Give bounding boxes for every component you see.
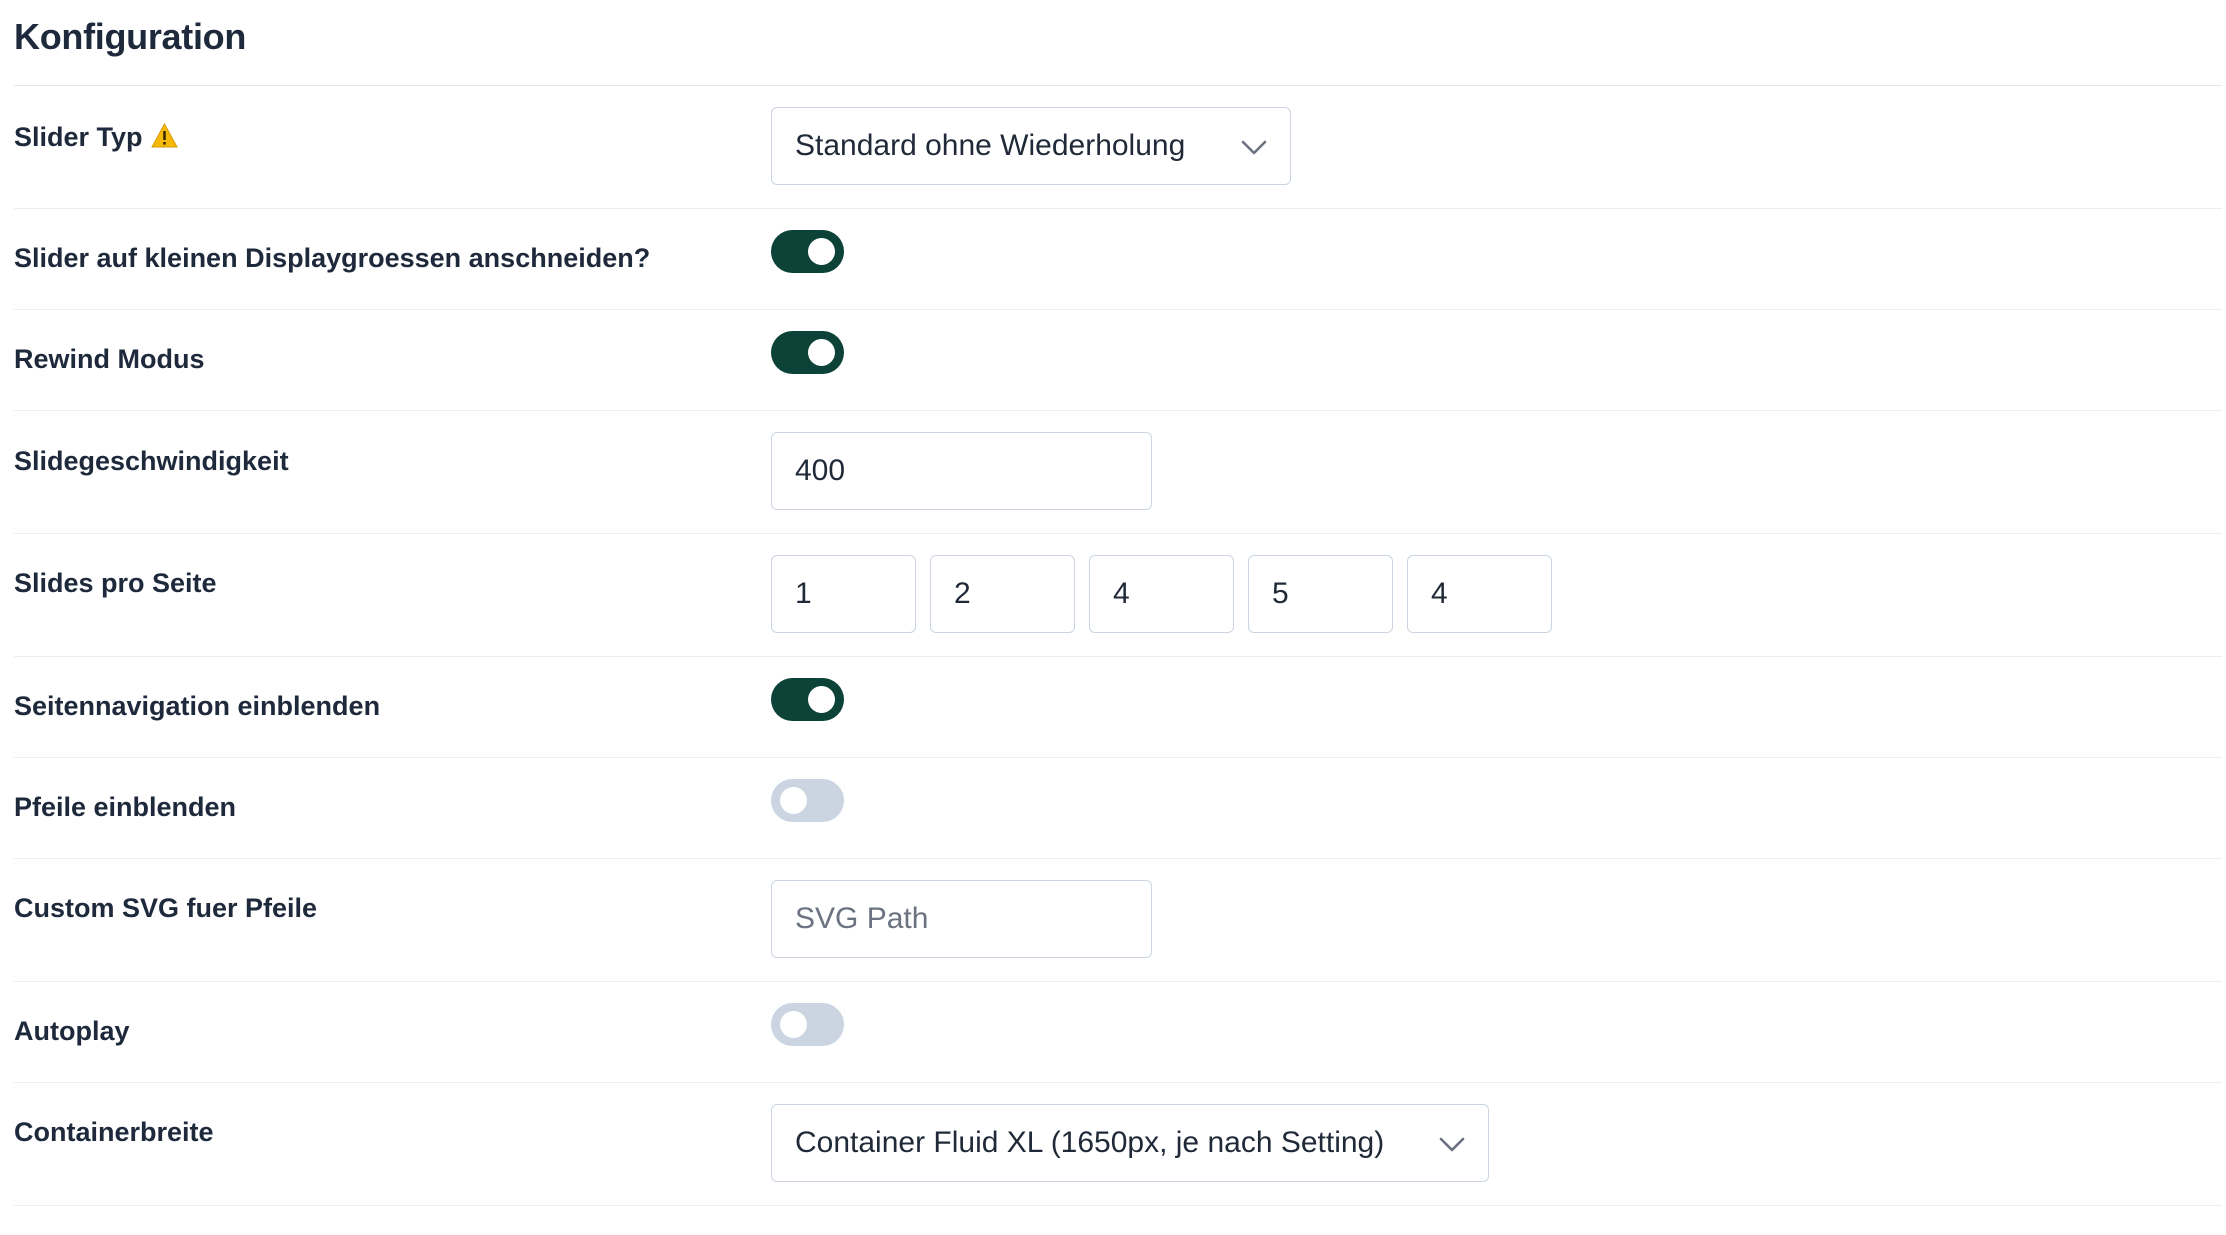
chevron-down-icon [1241, 140, 1267, 155]
pfeile-label: Pfeile einblenden [14, 792, 237, 822]
slides-input-2[interactable] [930, 555, 1075, 633]
rewind-toggle[interactable] [771, 331, 844, 374]
row-custom-svg: Custom SVG fuer Pfeile [14, 859, 2222, 982]
chevron-down-icon [1439, 1137, 1465, 1152]
section-title: Konfiguration [14, 16, 247, 57]
custom-svg-label: Custom SVG fuer Pfeile [14, 893, 318, 923]
row-containerbreite: Containerbreite Container Fluid XL (1650… [14, 1083, 2222, 1206]
row-slides-pro-seite: Slides pro Seite [14, 534, 2222, 657]
slidegeschwindigkeit-input[interactable] [771, 432, 1152, 510]
row-autoplay: Autoplay [14, 982, 2222, 1083]
autoplay-toggle[interactable] [771, 1003, 844, 1046]
slides-input-4[interactable] [1248, 555, 1393, 633]
slider-typ-label-text: Slider Typ [14, 122, 143, 152]
toggle-knob [808, 238, 835, 265]
slides-pro-seite-inputs [771, 555, 1552, 633]
containerbreite-value: Container Fluid XL (1650px, je nach Sett… [795, 1126, 1385, 1159]
anschneiden-label: Slider auf kleinen Displaygroessen ansch… [14, 243, 651, 273]
toggle-knob [808, 339, 835, 366]
toggle-knob [780, 1011, 807, 1038]
slider-typ-label: Slider Typ [14, 122, 178, 155]
containerbreite-label: Containerbreite [14, 1117, 214, 1147]
row-seitennavigation: Seitennavigation einblenden [14, 657, 2222, 758]
toggle-knob [780, 787, 807, 814]
containerbreite-select[interactable]: Container Fluid XL (1650px, je nach Sett… [771, 1104, 1489, 1182]
autoplay-label: Autoplay [14, 1016, 130, 1046]
slides-input-3[interactable] [1089, 555, 1234, 633]
warning-triangle-icon [150, 122, 178, 155]
row-anschneiden: Slider auf kleinen Displaygroessen ansch… [14, 209, 2222, 310]
slides-input-5[interactable] [1407, 555, 1552, 633]
slides-pro-seite-label: Slides pro Seite [14, 568, 217, 598]
pfeile-toggle[interactable] [771, 779, 844, 822]
slidegeschwindigkeit-label: Slidegeschwindigkeit [14, 446, 289, 476]
row-slidegeschwindigkeit: Slidegeschwindigkeit [14, 411, 2222, 534]
slider-typ-value: Standard ohne Wiederholung [795, 129, 1186, 162]
seitennavigation-label: Seitennavigation einblenden [14, 691, 381, 721]
custom-svg-input[interactable] [771, 880, 1152, 958]
configuration-panel: Konfiguration Slider Typ Standard ohne W… [0, 0, 2226, 1235]
row-rewind: Rewind Modus [14, 310, 2222, 411]
toggle-knob [808, 686, 835, 713]
row-pfeile: Pfeile einblenden [14, 758, 2222, 859]
slider-typ-select[interactable]: Standard ohne Wiederholung [771, 107, 1291, 185]
seitennavigation-toggle[interactable] [771, 678, 844, 721]
anschneiden-toggle[interactable] [771, 230, 844, 273]
slides-input-1[interactable] [771, 555, 916, 633]
row-slider-typ: Slider Typ Standard ohne Wiederholung [14, 86, 2222, 209]
rewind-label: Rewind Modus [14, 344, 205, 374]
